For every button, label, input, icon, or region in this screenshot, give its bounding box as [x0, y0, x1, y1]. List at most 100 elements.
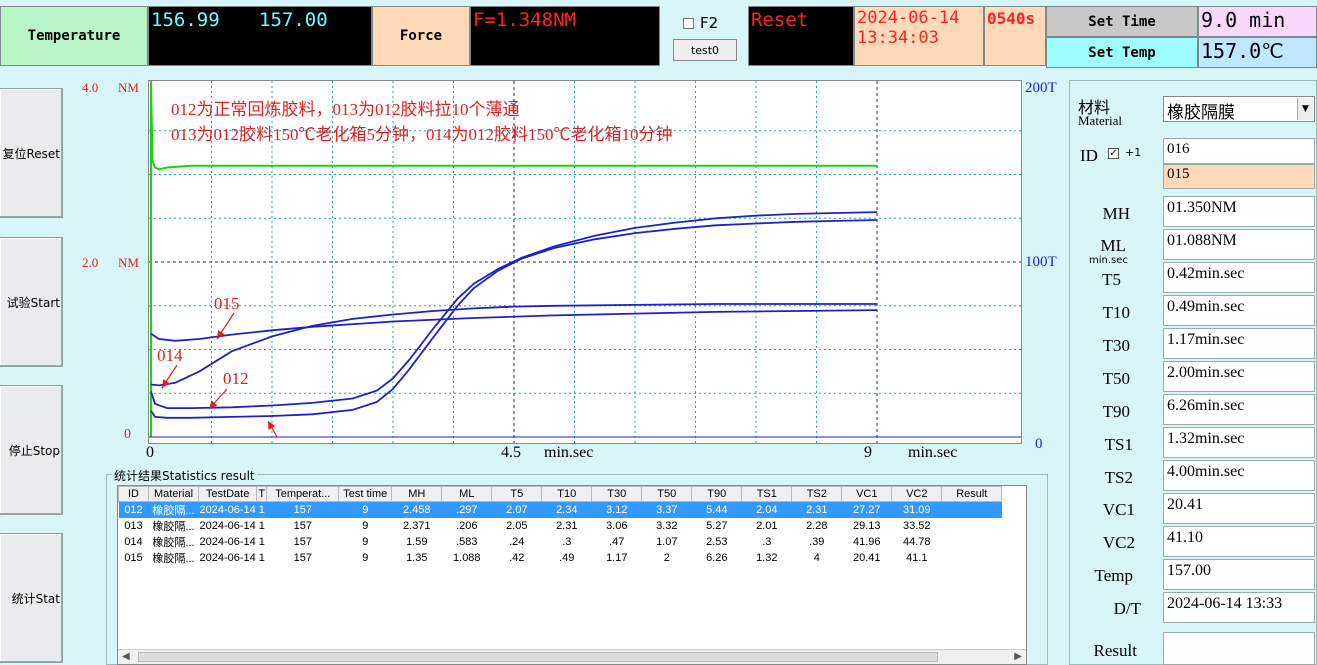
t50-value: 2.00min.sec — [1167, 364, 1245, 381]
stats-column-header[interactable]: TS1 — [741, 486, 793, 502]
force-value: F=1.348NM — [473, 9, 576, 31]
test0-button[interactable]: test0 — [673, 39, 737, 61]
stats-table-row[interactable]: 012 橡胶隔... 2024-06-14 1 157 9 2.458.297 2.07 2.3… — [118, 501, 1002, 518]
id-increment-label: +1 — [1125, 146, 1142, 159]
material-label-en: Material — [1078, 113, 1123, 128]
stats-table-cell: 6.26 — [706, 552, 728, 564]
stats-table-cell: 2.31 — [556, 520, 578, 532]
stats-column-header[interactable]: T5 — [491, 486, 543, 502]
stats-table-cell: 015 — [124, 552, 143, 564]
stats-table-cell: .583 — [456, 536, 478, 548]
stats-table-cell: 1.32 — [756, 552, 778, 564]
start-button[interactable]: 试验Start — [0, 237, 63, 367]
set-temp-label: Set Temp — [1088, 44, 1156, 61]
dt-value: 2024-06-14 13:33 — [1167, 595, 1283, 612]
stat-button[interactable]: 统计Stat — [0, 533, 63, 663]
stats-table-row[interactable]: 014 橡胶隔... 2024-06-14 1 157 9 1.59 .583 .24 .3 .47… — [119, 534, 1002, 550]
force-label-box: Force — [372, 6, 470, 66]
vc1-field: 20.41 — [1163, 493, 1315, 524]
stats-table-cell: .39 — [809, 536, 825, 548]
dt-field: 2024-06-14 13:33 — [1163, 592, 1315, 623]
stats-table-cell: 2024-06-14 — [199, 552, 256, 564]
stats-table-row[interactable]: 015 橡胶隔... 2024-06-14 1 157 9 1.35 1.088 .42 .49 1… — [119, 550, 1002, 566]
t90-field: 6.26min.sec — [1163, 394, 1315, 425]
stats-table-cell: 3.32 — [656, 520, 678, 532]
stats-column-header[interactable]: Test time — [338, 486, 393, 502]
stats-column-header[interactable]: Result — [941, 486, 1003, 502]
stats-column-header[interactable]: ML — [441, 486, 493, 502]
stats-table-cell: 1 — [258, 552, 265, 564]
curve-label-012: 012 — [223, 369, 249, 388]
stats-table-cell: 012 — [118, 501, 149, 518]
stats-column-header[interactable]: Temperat... — [266, 486, 340, 502]
set-time-label: Set Time — [1088, 13, 1156, 30]
stats-horizontal-scrollbar[interactable]: ◀ ▶ — [118, 649, 1026, 664]
stats-table-cell: 3.12 — [591, 501, 642, 518]
scrollbar-thumb[interactable] — [138, 652, 938, 662]
y-left-unit-top: NM — [118, 80, 139, 95]
t5-label: T5 — [1102, 270, 1121, 289]
t90-value: 6.26min.sec — [1167, 397, 1245, 414]
time-value: 13:34:03 — [857, 28, 939, 48]
y-right-tick-mid: 100T — [1025, 254, 1057, 270]
reset-display[interactable]: Reset — [748, 6, 854, 66]
stats-column-header[interactable]: T90 — [691, 486, 743, 502]
temperature-label-box: Temperature — [0, 6, 148, 66]
stats-column-header[interactable]: MH — [391, 486, 443, 502]
stop-button-label: 停止Stop — [8, 443, 60, 458]
stats-table-cell: 157 — [293, 520, 312, 532]
stats-table-cell: 2.07 — [491, 501, 542, 518]
stats-column-header[interactable]: TS2 — [791, 486, 843, 502]
stats-table-cell: 44.78 — [903, 536, 931, 548]
curve-label-014: 014 — [157, 346, 183, 365]
scroll-left-arrow-icon[interactable]: ◀ — [122, 651, 130, 662]
stats-table-cell: 1 — [258, 536, 265, 548]
stats-column-header[interactable]: VC2 — [891, 486, 943, 502]
stats-column-header[interactable]: T50 — [641, 486, 693, 502]
ts1-value: 1.32min.sec — [1167, 430, 1245, 447]
stats-column-header[interactable]: T10 — [541, 486, 593, 502]
material-select[interactable]: 橡胶隔膜 ▼ — [1163, 96, 1315, 122]
stats-table-cell: .49 — [559, 552, 575, 564]
elapsed-display: 0540s — [984, 6, 1046, 66]
scroll-right-arrow-icon[interactable]: ▶ — [1014, 651, 1022, 662]
stats-table-cell: 27.27 — [841, 501, 892, 518]
y-right-tick-zero: 0 — [1035, 436, 1043, 452]
stats-table-cell: 1 — [258, 520, 265, 532]
reset-button[interactable]: 复位Reset — [0, 88, 63, 218]
stats-column-header[interactable]: VC1 — [841, 486, 893, 502]
stats-column-header[interactable]: ID — [118, 486, 149, 502]
set-time-button[interactable]: Set Time — [1046, 6, 1198, 37]
stat-button-label: 统计Stat — [11, 591, 60, 606]
id-next-field[interactable]: 016 — [1163, 138, 1315, 164]
start-button-label: 试验Start — [6, 295, 60, 310]
f2-checkbox[interactable] — [683, 18, 694, 29]
stats-table-row[interactable]: 013 橡胶隔... 2024-06-14 1 157 9 2.371 .206 2.05 2.3… — [119, 518, 1002, 534]
force-label: Force — [399, 28, 443, 44]
temperature-value-2: 157.00 — [259, 9, 328, 31]
chevron-down-icon[interactable]: ▼ — [1297, 98, 1313, 120]
vc1-label: VC1 — [1102, 500, 1135, 519]
stats-column-header[interactable]: T30 — [591, 486, 643, 502]
stats-column-header[interactable]: TestDate — [197, 486, 258, 502]
stats-table-cell: 9 — [338, 501, 392, 518]
curve-label-015: 015 — [214, 294, 240, 313]
series-line-015 — [150, 309, 878, 342]
set-temp-value: 157.0℃ — [1201, 39, 1284, 63]
chart-annotation-2: 013为012胶料150℃老化箱5分钟，014为012胶料150℃老化箱10分钟 — [171, 125, 673, 144]
id-increment-checkbox[interactable]: ✓ — [1108, 148, 1119, 159]
elapsed-value: 0540s — [987, 9, 1036, 28]
stats-table-cell: 014 — [124, 536, 143, 548]
stats-table-cell: .24 — [509, 536, 525, 548]
vc2-field: 41.10 — [1163, 526, 1315, 557]
temp-value: 157.00 — [1167, 562, 1211, 579]
set-temp-button[interactable]: Set Temp — [1046, 37, 1198, 68]
stats-column-header[interactable]: Material — [148, 486, 199, 502]
ml-sub-label: min.sec — [1089, 255, 1128, 266]
ts2-value: 4.00min.sec — [1167, 463, 1245, 480]
date-value: 2024-06-14 — [857, 8, 960, 28]
stats-table-cell: 2.28 — [806, 520, 828, 532]
stats-column-header[interactable]: T — [256, 486, 268, 502]
ts1-field: 1.32min.sec — [1163, 427, 1315, 458]
stop-button[interactable]: 停止Stop — [0, 385, 63, 515]
